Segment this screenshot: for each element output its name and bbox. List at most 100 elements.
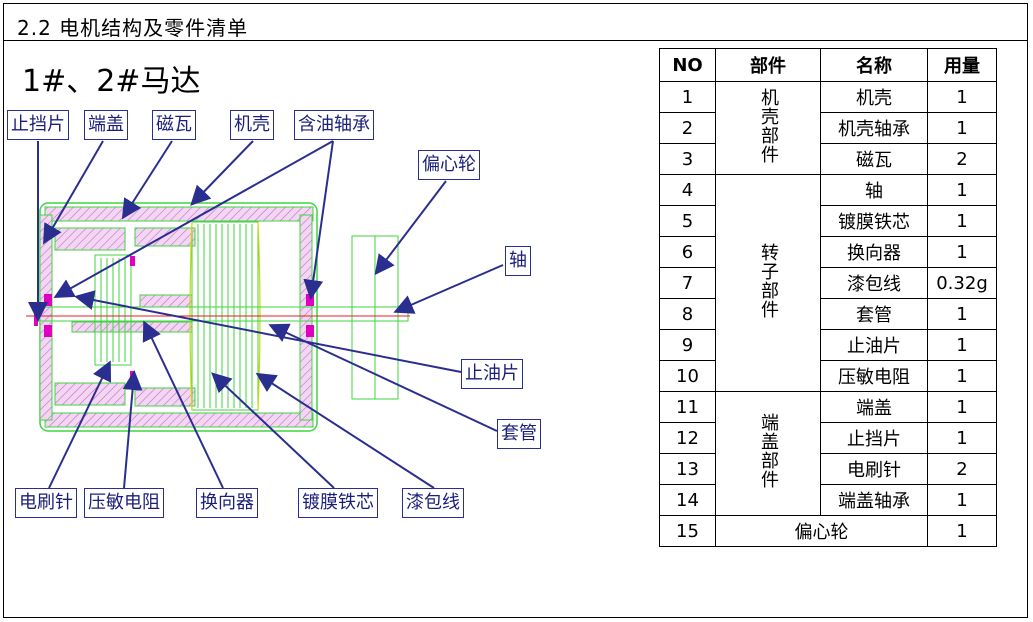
row-no: 5 — [659, 205, 716, 237]
header-no: NO — [659, 48, 716, 82]
callout-varistor: 压敏电阻 — [84, 488, 164, 518]
group-housing: 机壳部件 — [715, 81, 821, 175]
row-qty: 1 — [927, 391, 997, 423]
row-name: 套管 — [820, 298, 928, 330]
row-name: 镀膜铁芯 — [820, 205, 928, 237]
callout-commutator: 换向器 — [196, 488, 258, 518]
row-no: 14 — [659, 484, 716, 516]
group-endcap-label: 端盖部件 — [758, 413, 779, 489]
group-housing-label: 机壳部件 — [758, 87, 779, 164]
callout-oil-stop: 止油片 — [461, 359, 523, 389]
row-no: 13 — [659, 453, 716, 485]
row-name: 止油片 — [820, 329, 928, 361]
callout-enamel-wire: 漆包线 — [402, 488, 464, 518]
inner-lower-block — [134, 387, 196, 407]
row-name: 电刷针 — [820, 453, 928, 485]
core-left-plate-lower — [71, 321, 193, 333]
motor-body — [26, 202, 410, 432]
table-row: 15 偏心轮 1 — [659, 515, 997, 547]
row-qty: 1 — [927, 298, 997, 330]
housing-top-wall — [44, 206, 314, 222]
row-name: 压敏电阻 — [820, 360, 928, 392]
row-qty: 1 — [927, 112, 997, 144]
table-row: 6 换向器 1 — [659, 236, 997, 268]
callout-end-cap: 端盖 — [84, 110, 128, 140]
header-qty: 用量 — [927, 48, 997, 82]
table-row: 9 止油片 1 — [659, 329, 997, 361]
callout-oil-bearing: 含油轴承 — [294, 110, 374, 140]
endcap-bearing-top — [44, 294, 52, 306]
callout-sleeve: 套管 — [497, 419, 541, 449]
endcap-bearing-bottom — [44, 325, 52, 337]
magnet-top — [54, 227, 126, 251]
table-row: 7 漆包线 0.32g — [659, 267, 997, 299]
row-name: 止挡片 — [820, 422, 928, 454]
row-qty: 1 — [927, 329, 997, 361]
table-row: 14 端盖轴承 1 — [659, 484, 997, 516]
table-row: 2 机壳轴承 1 — [659, 112, 997, 144]
row-qty: 1 — [927, 205, 997, 237]
row-qty: 0.32g — [927, 267, 997, 299]
row-no: 11 — [659, 391, 716, 423]
housing-right-wall — [299, 214, 313, 421]
row-no: 6 — [659, 236, 716, 268]
leader-arrows — [28, 140, 504, 489]
table-header-row: NO 部件 名称 用量 — [659, 48, 997, 82]
row-qty: 1 — [927, 360, 997, 392]
callout-magnet: 磁瓦 — [152, 110, 196, 140]
housing-bearing-bottom — [306, 325, 314, 337]
motor-cross-section — [26, 140, 504, 489]
table-row: 11 端盖部件 端盖 1 — [659, 391, 997, 516]
row-no: 7 — [659, 267, 716, 299]
header-group: 部件 — [715, 48, 821, 82]
row-name: 换向器 — [820, 236, 928, 268]
row-name: 端盖轴承 — [820, 484, 928, 516]
table-row: 5 镀膜铁芯 1 — [659, 205, 997, 237]
table-row: 10 压敏电阻 1 — [659, 360, 997, 392]
row-no: 9 — [659, 329, 716, 361]
row-qty: 1 — [927, 484, 997, 516]
row-name: 偏心轮 — [715, 515, 928, 547]
row-name: 轴 — [820, 174, 928, 206]
housing-bearing-top — [306, 294, 314, 306]
row-no: 8 — [659, 298, 716, 330]
table-row: 4 转子部件 轴 1 — [659, 174, 997, 392]
row-qty: 2 — [927, 453, 997, 485]
row-qty: 1 — [927, 174, 997, 206]
table-row: 8 套管 1 — [659, 298, 997, 330]
table-row: 12 止挡片 1 — [659, 422, 997, 454]
row-qty: 1 — [927, 81, 997, 113]
table-row: 1 机壳部件 机壳 1 — [659, 81, 997, 175]
callout-brush-pin: 电刷针 — [15, 488, 77, 518]
table-row: 13 电刷针 2 — [659, 453, 997, 485]
row-no: 3 — [659, 143, 716, 175]
row-name: 机壳 — [820, 81, 928, 113]
callout-shaft: 轴 — [505, 246, 531, 276]
core-left-plate — [139, 294, 193, 308]
row-qty: 1 — [927, 236, 997, 268]
row-name: 机壳轴承 — [820, 112, 928, 144]
row-no: 15 — [659, 515, 716, 547]
varistor-top — [130, 256, 135, 266]
row-qty: 1 — [927, 422, 997, 454]
endcap-wall — [39, 214, 53, 421]
callout-housing: 机壳 — [230, 110, 274, 140]
row-name: 端盖 — [820, 391, 928, 423]
row-no: 10 — [659, 360, 716, 392]
row-name: 磁瓦 — [820, 143, 928, 175]
row-no: 2 — [659, 112, 716, 144]
row-no: 12 — [659, 422, 716, 454]
callout-core: 镀膜铁芯 — [298, 488, 378, 518]
group-rotor: 转子部件 — [715, 174, 821, 392]
row-no: 4 — [659, 174, 716, 206]
inner-upper-block — [134, 227, 196, 247]
row-qty: 2 — [927, 143, 997, 175]
callout-stop-plate: 止挡片 — [7, 110, 69, 140]
row-no: 1 — [659, 81, 716, 113]
callout-eccentric-wheel: 偏心轮 — [418, 150, 480, 180]
parts-table: NO 部件 名称 用量 1 机壳部件 机壳 1 2 机壳轴承 1 3 磁瓦 2 … — [659, 48, 997, 547]
row-name: 漆包线 — [820, 267, 928, 299]
header-name: 名称 — [820, 48, 928, 82]
table-row: 3 磁瓦 2 — [659, 143, 997, 175]
row-qty: 1 — [927, 515, 997, 547]
